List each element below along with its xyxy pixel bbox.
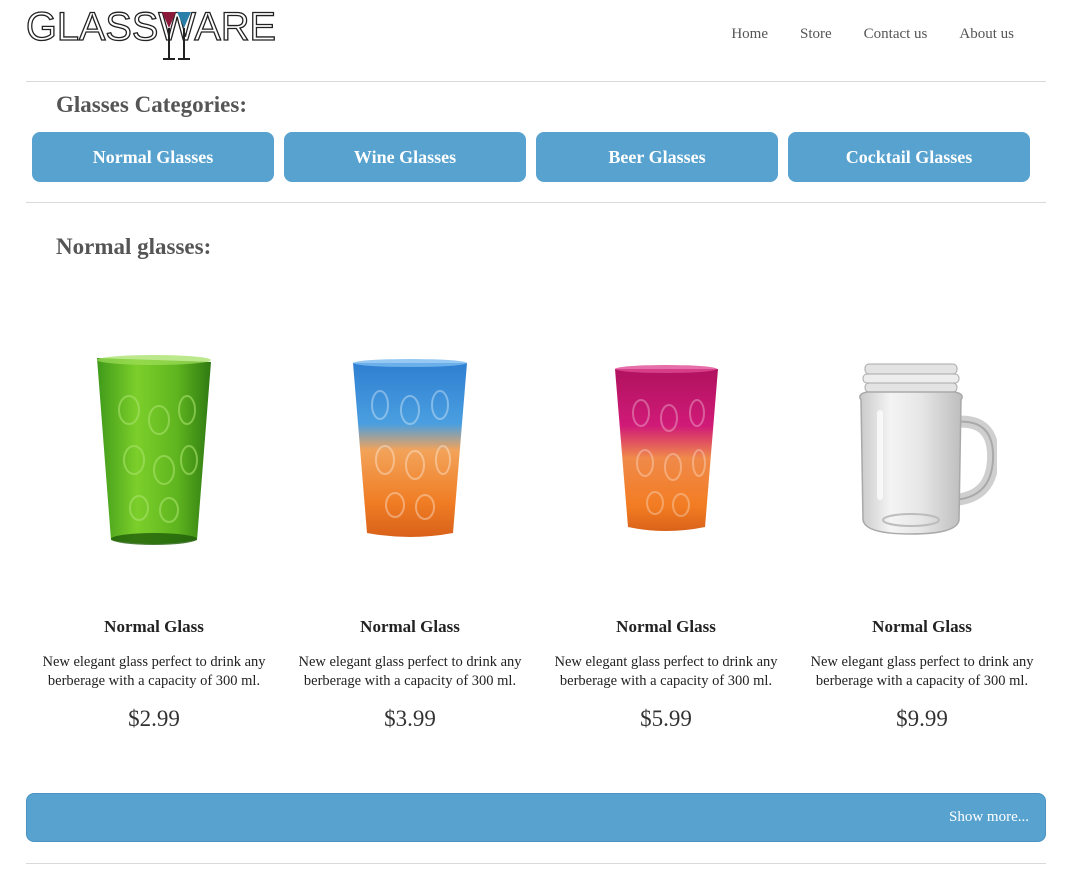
product-price: $2.99 [128,706,180,731]
nav-store-link[interactable]: Store [784,24,848,44]
nav-contact-link[interactable]: Contact us [848,24,944,44]
product-name: Normal Glass [360,617,460,636]
blue-orange-tumbler-image [353,359,467,537]
product-card[interactable]: Normal Glass New elegant glass perfect t… [282,300,538,733]
product-description: New elegant glass perfect to drink any b… [42,654,266,689]
product-card[interactable]: Normal Glass New elegant glass perfect t… [538,300,794,733]
category-buttons: Normal Glasses Wine Glasses Beer Glasses… [32,132,1030,182]
category-wine-glasses-button[interactable]: Wine Glasses [284,132,526,182]
divider [26,202,1046,203]
product-image[interactable] [26,300,282,600]
product-description: New elegant glass perfect to drink any b… [298,654,522,689]
product-image[interactable] [794,300,1050,600]
glassware-logo[interactable]: GLASSWARE [25,4,278,64]
product-price: $5.99 [640,706,692,731]
product-grid: Normal Glass New elegant glass perfect t… [26,300,1050,733]
green-tumbler-image [97,355,211,545]
category-beer-glasses-button[interactable]: Beer Glasses [536,132,778,182]
nav-home-link[interactable]: Home [715,24,784,44]
product-name: Normal Glass [616,617,716,636]
product-price: $9.99 [896,706,948,731]
product-card[interactable]: Normal Glass New elegant glass perfect t… [794,300,1050,733]
product-name: Normal Glass [872,617,972,636]
categories-title: Glasses Categories: [56,92,247,117]
product-image[interactable] [282,300,538,600]
magenta-orange-tumbler-image [614,364,718,531]
show-more-button[interactable]: Show more... [26,793,1046,842]
footer-divider [26,863,1046,864]
category-cocktail-glasses-button[interactable]: Cocktail Glasses [788,132,1030,182]
product-image[interactable] [538,300,794,600]
logo-lettering: GLASSWARE [26,6,276,49]
product-description: New elegant glass perfect to drink any b… [554,654,778,689]
product-card[interactable]: Normal Glass New elegant glass perfect t… [26,300,282,733]
mason-jar-mug-image [859,363,997,535]
category-normal-glasses-button[interactable]: Normal Glasses [32,132,274,182]
product-name: Normal Glass [104,617,204,636]
section-title: Normal glasses: [56,234,212,259]
header: GLASSWARE Home Store Contact us About us [25,0,1046,82]
product-description: New elegant glass perfect to drink any b… [810,654,1034,689]
main-nav: Home Store Contact us About us [715,24,1030,44]
page: GLASSWARE Home Store Contact us About us… [0,0,1070,873]
nav-about-link[interactable]: About us [943,24,1030,44]
product-price: $3.99 [384,706,436,731]
